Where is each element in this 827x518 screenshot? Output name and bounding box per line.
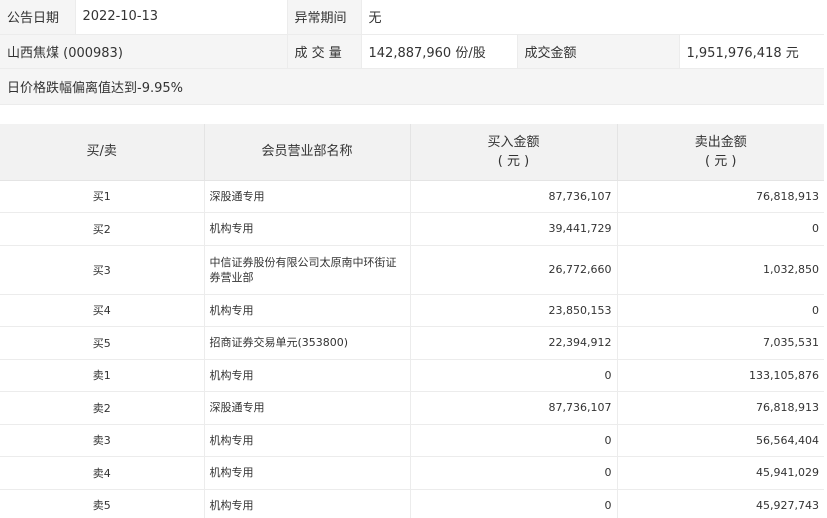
table-row: 买3 中信证券股份有限公司太原南中环街证券营业部 26,772,660 1,03… [0,245,824,295]
row-buy-amount: 39,441,729 [410,212,618,246]
row-sell-amount: 45,927,743 [617,489,824,518]
volume-value: 142,887,960 份/股 [361,34,518,69]
table-row: 买4 机构专用 23,850,153 0 [0,294,824,327]
row-sell-amount: 7,035,531 [617,326,824,360]
stock-info-table: 公告日期 2022-10-13 异常期间 无 山西焦煤 (000983) 成 交… [0,0,824,105]
header-branch: 会员营业部名称 [204,124,411,181]
row-buy-amount: 22,394,912 [410,326,618,360]
header-sell-line1: 卖出金额 [694,134,747,150]
row-buy-amount: 87,736,107 [410,391,618,425]
turnover-value: 1,951,976,418 元 [679,34,824,69]
row-buy-amount: 87,736,107 [410,180,618,213]
table-row: 卖2 深股通专用 87,736,107 76,818,913 [0,391,824,425]
row-branch: 机构专用 [204,359,411,392]
row-branch: 深股通专用 [204,391,411,425]
row-branch: 机构专用 [204,212,411,246]
row-buy-amount: 0 [410,456,618,490]
row-branch: 中信证券股份有限公司太原南中环街证券营业部 [204,245,411,295]
header-buy-amount: 买入金额 ( 元 ) [410,124,618,181]
row-side: 卖3 [0,424,205,457]
row-buy-amount: 0 [410,489,618,518]
announce-date-label: 公告日期 [0,0,76,35]
table-header-row: 买/卖 会员营业部名称 买入金额 ( 元 ) 卖出金额 ( 元 ) [0,124,824,181]
row-side: 买3 [0,245,205,295]
row-sell-amount: 76,818,913 [617,180,824,213]
row-sell-amount: 76,818,913 [617,391,824,425]
row-side: 卖2 [0,391,205,425]
trading-detail-table: 买/卖 会员营业部名称 买入金额 ( 元 ) 卖出金额 ( 元 ) 买1 深股通… [0,124,824,518]
row-buy-amount: 0 [410,424,618,457]
row-branch: 招商证券交易单元(353800) [204,326,411,360]
table-row: 卖3 机构专用 0 56,564,404 [0,424,824,457]
table-row: 买5 招商证券交易单元(353800) 22,394,912 7,035,531 [0,326,824,360]
header-buy-line1: 买入金额 [487,134,540,150]
abnormal-period-label: 异常期间 [287,0,362,35]
row-branch: 机构专用 [204,294,411,327]
row-side: 买5 [0,326,205,360]
abnormal-period-value: 无 [361,0,824,35]
row-side: 买1 [0,180,205,213]
row-buy-amount: 23,850,153 [410,294,618,327]
table-row: 买2 机构专用 39,441,729 0 [0,212,824,246]
info-row-volume: 山西焦煤 (000983) 成 交 量 142,887,960 份/股 成交金额… [0,34,824,69]
row-side: 买2 [0,212,205,246]
row-branch: 机构专用 [204,424,411,457]
table-row: 卖4 机构专用 0 45,941,029 [0,456,824,490]
table-row: 卖5 机构专用 0 45,927,743 [0,489,824,518]
row-branch: 深股通专用 [204,180,411,213]
row-buy-amount: 26,772,660 [410,245,618,295]
header-sell-line2: ( 元 ) [705,153,737,169]
row-sell-amount: 133,105,876 [617,359,824,392]
row-side: 买4 [0,294,205,327]
table-row: 买1 深股通专用 87,736,107 76,818,913 [0,180,824,213]
stock-name: 山西焦煤 (000983) [0,34,288,69]
header-side: 买/卖 [0,124,205,181]
row-side: 卖5 [0,489,205,518]
info-row-reason: 日价格跌幅偏离值达到-9.95% [0,68,824,105]
header-buy-line2: ( 元 ) [497,153,530,169]
table-row: 卖1 机构专用 0 133,105,876 [0,359,824,392]
abnormal-reason: 日价格跌幅偏离值达到-9.95% [0,68,824,105]
row-side: 卖4 [0,456,205,490]
header-sell-amount: 卖出金额 ( 元 ) [617,124,824,181]
row-buy-amount: 0 [410,359,618,392]
info-row-date: 公告日期 2022-10-13 异常期间 无 [0,0,824,35]
row-sell-amount: 56,564,404 [617,424,824,457]
row-sell-amount: 45,941,029 [617,456,824,490]
row-side: 卖1 [0,359,205,392]
turnover-label: 成交金额 [517,34,680,69]
row-branch: 机构专用 [204,456,411,490]
row-sell-amount: 0 [617,212,824,246]
volume-label: 成 交 量 [287,34,362,69]
announce-date-value: 2022-10-13 [75,0,288,35]
row-sell-amount: 0 [617,294,824,327]
row-sell-amount: 1,032,850 [617,245,824,295]
row-branch: 机构专用 [204,489,411,518]
